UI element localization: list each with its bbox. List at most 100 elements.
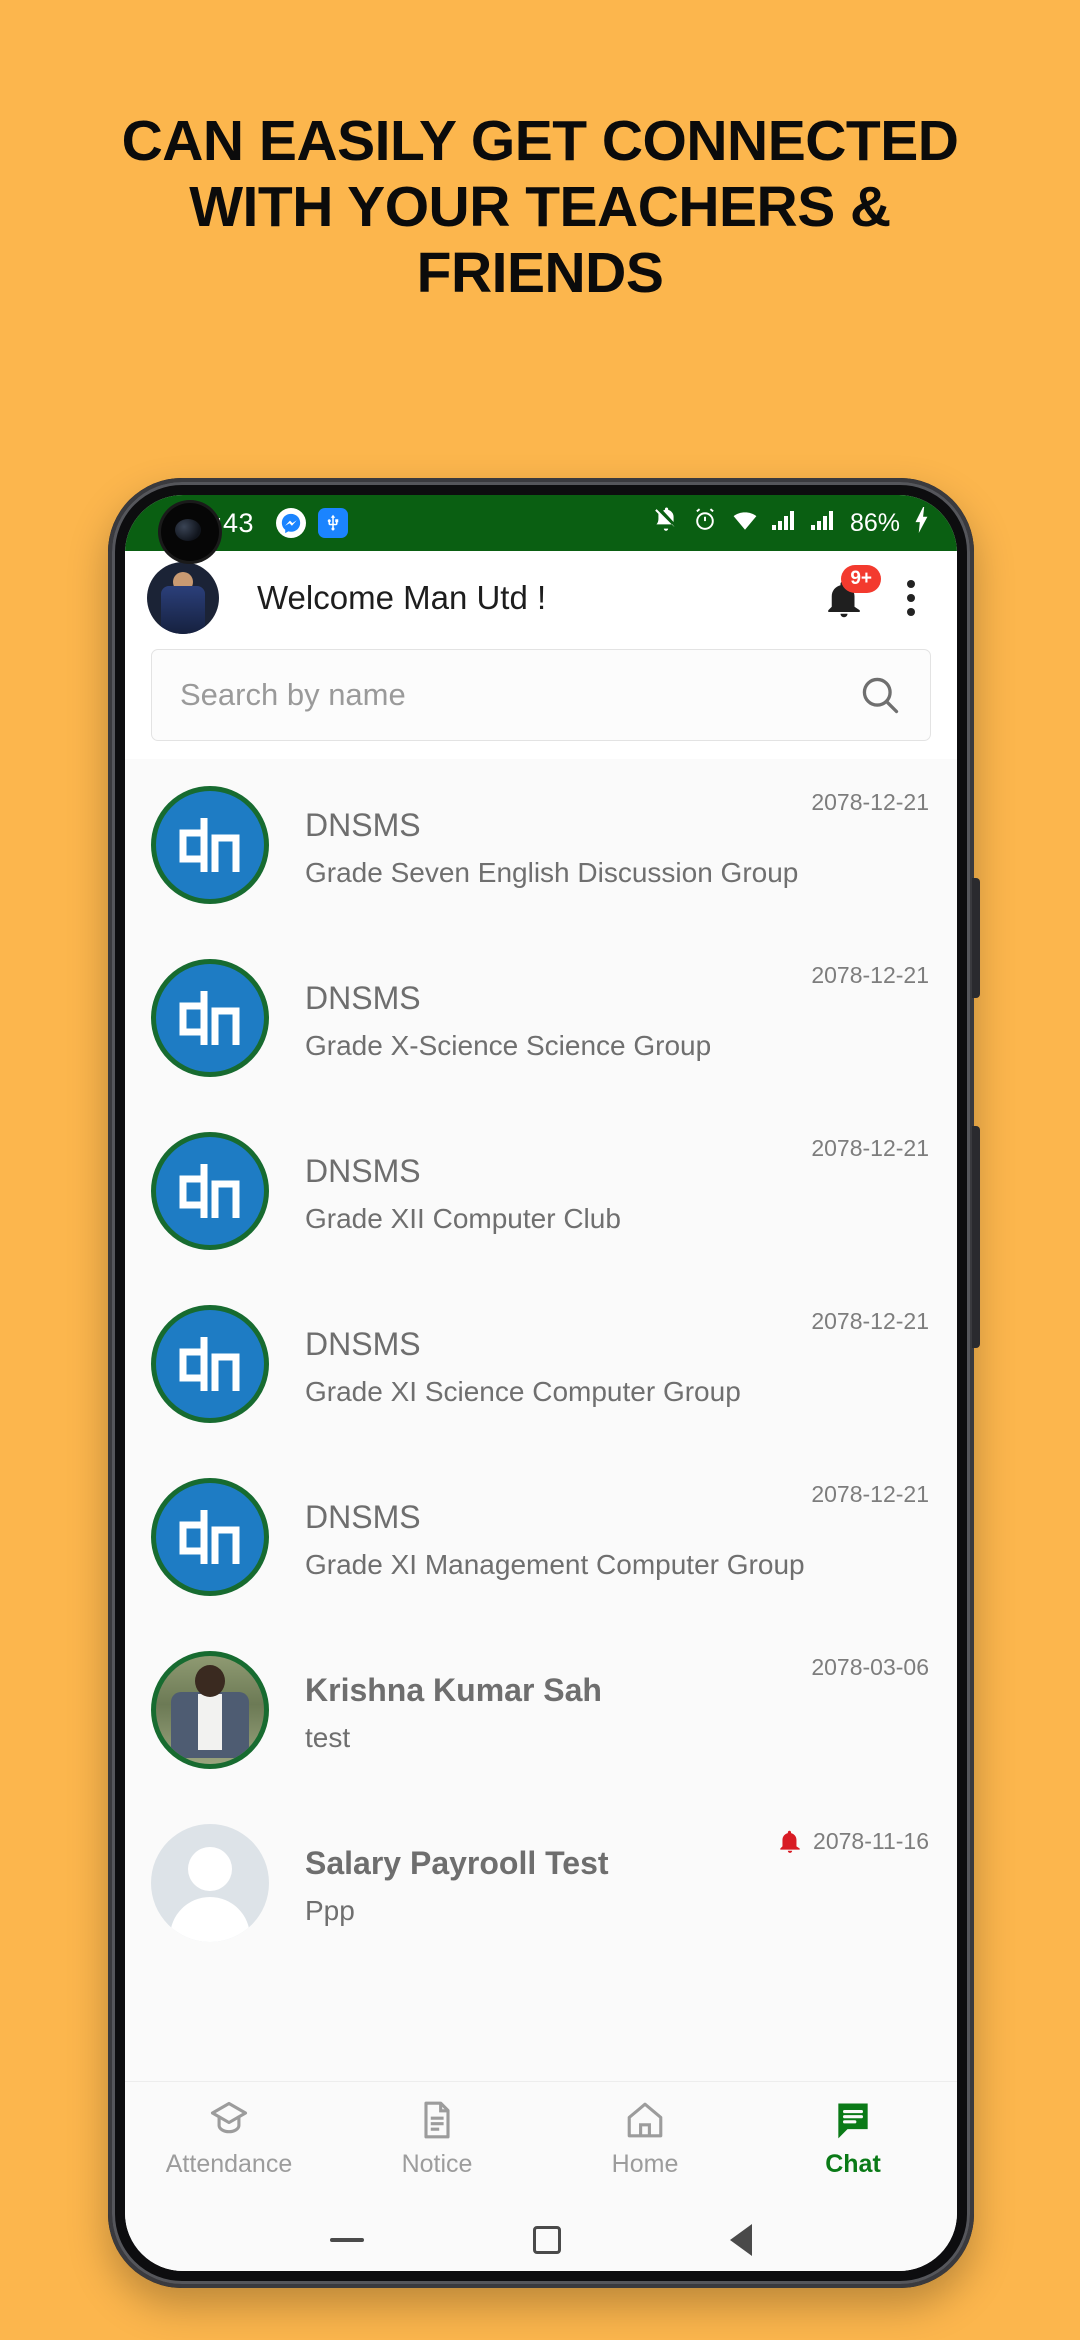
home-button[interactable] bbox=[532, 2226, 561, 2254]
chat-list[interactable]: DNSMS Grade Seven English Discussion Gro… bbox=[125, 759, 957, 2081]
document-icon bbox=[424, 2101, 450, 2139]
contact-photo bbox=[151, 1650, 269, 1769]
phone-power-button bbox=[972, 1126, 980, 1348]
chat-date: 2078-12-21 bbox=[811, 1481, 929, 1507]
phone-volume-button bbox=[972, 878, 980, 998]
chat-text: DNSMS Grade Seven English Discussion Gro… bbox=[305, 807, 811, 889]
chat-date: 2078-12-21 bbox=[811, 962, 929, 988]
nav-label-home: Home bbox=[611, 2150, 679, 2178]
chat-avatar bbox=[151, 1650, 275, 1775]
usb-icon bbox=[318, 508, 349, 538]
nav-label-attendance: Attendance bbox=[165, 2150, 293, 2178]
overflow-menu-icon[interactable] bbox=[895, 574, 927, 622]
chat-meta: 2078-11-16 bbox=[777, 1827, 929, 1855]
chat-text: Salary Payrooll Test Ppp bbox=[305, 1845, 777, 1927]
chat-name: DNSMS bbox=[305, 1498, 421, 1535]
chat-meta: 2078-12-21 bbox=[811, 1308, 929, 1335]
app-header-actions: 9+ bbox=[823, 565, 927, 622]
chat-meta: 2078-12-21 bbox=[811, 962, 929, 989]
chat-list-item[interactable]: DNSMS Grade X-Science Science Group 2078… bbox=[125, 934, 957, 1107]
dnsms-logo-icon bbox=[151, 958, 269, 1077]
nav-item-attendance[interactable]: Attendance bbox=[125, 2098, 333, 2179]
wifi-icon bbox=[731, 507, 759, 540]
chat-name: Salary Payrooll Test bbox=[305, 1844, 609, 1881]
search-icon[interactable] bbox=[858, 673, 902, 717]
avatar[interactable] bbox=[147, 562, 219, 634]
chat-list-item[interactable]: DNSMS Grade XI Science Computer Group 20… bbox=[125, 1280, 957, 1453]
chat-avatar bbox=[151, 1304, 275, 1429]
chat-message: Grade XII Computer Club bbox=[305, 1202, 621, 1234]
chat-bubble-icon bbox=[838, 2103, 868, 2139]
bottom-navigation: Attendance Notice Home Chat bbox=[125, 2081, 957, 2209]
chat-name: DNSMS bbox=[305, 1325, 421, 1362]
nav-item-chat[interactable]: Chat bbox=[749, 2098, 957, 2179]
chat-avatar bbox=[151, 1131, 275, 1256]
chat-text: DNSMS Grade X-Science Science Group bbox=[305, 980, 811, 1062]
back-button[interactable] bbox=[730, 2224, 753, 2256]
dnsms-logo-icon bbox=[151, 1131, 269, 1250]
phone-mockup: :43 86% Welcome Man Utd ! 9+ Search by n… bbox=[108, 478, 980, 2288]
search-input[interactable] bbox=[180, 677, 858, 713]
charging-bolt-icon bbox=[913, 506, 931, 540]
chat-message: test bbox=[305, 1721, 351, 1753]
chat-text: DNSMS Grade XI Management Computer Group bbox=[305, 1499, 811, 1581]
graduation-cap-icon bbox=[210, 2101, 248, 2134]
chat-name: Krishna Kumar Sah bbox=[305, 1671, 602, 1708]
chat-meta: 2078-12-21 bbox=[811, 1135, 929, 1162]
chat-list-item[interactable]: Salary Payrooll Test Ppp 2078-11-16 bbox=[125, 1799, 957, 1972]
chat-message: Grade X-Science Science Group bbox=[305, 1029, 712, 1061]
camera-punch-hole bbox=[161, 503, 219, 561]
chat-list-item[interactable]: DNSMS Grade XI Management Computer Group… bbox=[125, 1453, 957, 1626]
status-bar: :43 86% bbox=[125, 495, 957, 561]
chat-date: 2078-03-06 bbox=[811, 1654, 929, 1680]
chat-date: 2078-12-21 bbox=[811, 1135, 929, 1161]
status-system-icons: 86% bbox=[653, 506, 931, 540]
alarm-icon bbox=[692, 507, 718, 540]
chat-avatar bbox=[151, 1477, 275, 1602]
chat-list-item[interactable]: DNSMS Grade Seven English Discussion Gro… bbox=[125, 761, 957, 934]
status-badge: 9+ bbox=[841, 565, 881, 593]
chat-name: DNSMS bbox=[305, 806, 421, 843]
dnsms-logo-icon bbox=[151, 1477, 269, 1596]
chat-name: DNSMS bbox=[305, 1152, 421, 1189]
chat-avatar bbox=[151, 958, 275, 1083]
chat-list-item[interactable]: DNSMS Grade XII Computer Club 2078-12-21 bbox=[125, 1107, 957, 1280]
phone-screen: :43 86% Welcome Man Utd ! 9+ Search by n… bbox=[125, 495, 957, 2271]
page-title: Welcome Man Utd ! bbox=[257, 579, 547, 616]
chat-avatar bbox=[151, 785, 275, 910]
chat-message: Grade XI Science Computer Group bbox=[305, 1375, 741, 1407]
android-system-nav bbox=[125, 2209, 957, 2271]
avatar-body bbox=[161, 586, 205, 634]
dnsms-logo-icon bbox=[151, 785, 269, 904]
muted-bell-icon bbox=[780, 1830, 800, 1853]
nav-item-notice[interactable]: Notice bbox=[333, 2098, 541, 2179]
status-clock: :43 bbox=[215, 507, 255, 538]
chat-message: Grade XI Management Computer Group bbox=[305, 1548, 805, 1580]
nav-label-chat: Chat bbox=[825, 2150, 881, 2178]
promo-headline: CAN EASILY GET CONNECTED WITH YOUR TEACH… bbox=[121, 109, 959, 306]
bell-muted-icon bbox=[653, 507, 679, 540]
notifications-button[interactable]: 9+ bbox=[823, 565, 881, 621]
chat-text: DNSMS Grade XII Computer Club bbox=[305, 1153, 811, 1235]
signal-icon-2 bbox=[810, 508, 837, 539]
messenger-icon bbox=[276, 508, 307, 538]
chat-text: Krishna Kumar Sah test bbox=[305, 1672, 811, 1754]
chat-message: Grade Seven English Discussion Group bbox=[305, 856, 799, 888]
chat-list-item[interactable]: Krishna Kumar Sah test 2078-03-06 bbox=[125, 1626, 957, 1799]
chat-date: 2078-12-21 bbox=[811, 1308, 929, 1334]
chat-date: 2078-12-21 bbox=[811, 789, 929, 815]
chat-avatar bbox=[151, 1823, 275, 1948]
signal-icon-1 bbox=[771, 508, 798, 539]
app-header: Welcome Man Utd ! 9+ bbox=[125, 551, 957, 645]
chat-meta: 2078-12-21 bbox=[811, 1481, 929, 1508]
recents-button[interactable] bbox=[329, 2238, 364, 2242]
placeholder-avatar-icon bbox=[151, 1823, 269, 1942]
chat-date: 2078-11-16 bbox=[813, 1827, 929, 1854]
status-notification-icons bbox=[276, 508, 349, 538]
home-icon bbox=[627, 2102, 663, 2138]
chat-text: DNSMS Grade XI Science Computer Group bbox=[305, 1326, 811, 1408]
nav-item-home[interactable]: Home bbox=[541, 2098, 749, 2179]
chat-name: DNSMS bbox=[305, 979, 421, 1016]
search-box[interactable] bbox=[151, 649, 931, 741]
chat-meta: 2078-12-21 bbox=[811, 789, 929, 816]
